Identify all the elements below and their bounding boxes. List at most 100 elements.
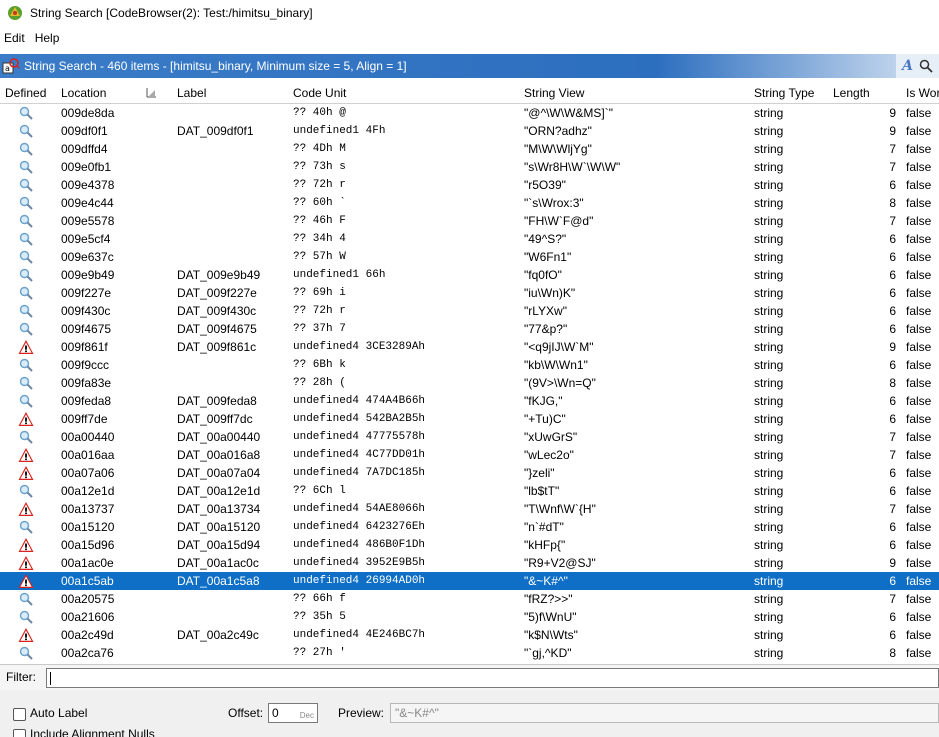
search-icon[interactable] [919,59,933,73]
is-word-cell: false [906,304,932,318]
table-row[interactable]: 009f4675 DAT_009f4675 ?? 37h 7 "77&p?" strin… [0,320,939,338]
table-row[interactable]: 009e5cf4 ?? 34h 4 "49^S?" string 6 false [0,230,939,248]
string-type-cell: string [754,106,784,120]
warning-icon [18,538,34,552]
table-row[interactable]: 00a00440 DAT_00a00440 undefined4 47775578h… [0,428,939,446]
sort-icon[interactable] [145,86,158,99]
location-cell: 00a13737 [61,502,115,516]
column-header-length[interactable]: Length [833,82,870,104]
location-cell: 009f430c [61,304,111,318]
is-word-cell: false [906,430,932,444]
preview-value: "&~K#^" [395,706,439,720]
location-cell: 009f227e [61,286,112,300]
location-cell: 00a21606 [61,610,115,624]
table-row[interactable]: 00a21606 ?? 35h 5 "5)f\WnU" string 6 false [0,608,939,626]
table-row[interactable]: 009feda8 DAT_009feda8 undefined4 474A4B66h… [0,392,939,410]
table-row[interactable]: 009f9ccc ?? 6Bh k "kb\W\Wn1" string 6 false [0,356,939,374]
menu-help[interactable]: Help [31,31,66,45]
defined-cell [18,158,40,176]
string-view-cell: "W6Fn1" [524,250,572,264]
table-row[interactable]: 009e5578 ?? 46h F "FH\W`F@d" string 7 false [0,212,939,230]
table-row[interactable]: 00a13737 DAT_00a13734 undefined4 54AE8066h… [0,500,939,518]
length-cell: 8 [889,196,896,210]
table-row[interactable]: 009e4378 ?? 72h r "r5O39" string 6 false [0,176,939,194]
table-row[interactable]: 00a15120 DAT_00a15120 undefined4 6423276Eh… [0,518,939,536]
window-title: String Search [CodeBrowser(2): Test:/him… [30,6,313,20]
table-row[interactable]: 009e637c ?? 57h W "W6Fn1" string 6 false [0,248,939,266]
table-row[interactable]: 009e4c44 ?? 60h ` "`s\Wrox:3" string 8 false [0,194,939,212]
string-type-cell: string [754,358,784,372]
defined-cell [18,104,40,122]
string-type-cell: string [754,430,784,444]
table-row[interactable]: 009f227e DAT_009f227e ?? 69h i "iu\Wn)K" str… [0,284,939,302]
string-view-cell: "fq0fO" [524,268,562,282]
defined-cell [18,464,40,482]
column-header-location[interactable]: Location [61,82,106,104]
table-row[interactable]: 009ff7de DAT_009ff7dc undefined4 542BA2B5h… [0,410,939,428]
string-type-cell: string [754,610,784,624]
location-cell: 00a20575 [61,592,115,606]
column-header-is-word[interactable]: Is Wor [906,82,939,104]
table-row[interactable]: 009fa83e ?? 28h ("(9V>\Wn=Q" string 8 false [0,374,939,392]
table-row[interactable]: 009de8da ?? 40h @ "@^\W\W&MS]`" string 9 fals… [0,104,939,122]
location-cell: 00a12e1d [61,484,115,498]
defined-cell [18,122,40,140]
string-view-cell: "ORN?adhz" [524,124,592,138]
table-row[interactable]: 00a07a06 DAT_00a07a04 undefined4 7A7DC185h… [0,464,939,482]
column-header-label[interactable]: Label [177,82,206,104]
is-word-cell: false [906,646,932,660]
table-row[interactable]: 00a15d96 DAT_00a15d94 undefined4 486B0F1Dh… [0,536,939,554]
column-header-string-type[interactable]: String Type [754,82,814,104]
defined-cell [18,248,40,266]
string-view-cell: "T\Wnf\W`{H" [524,502,596,516]
offset-field[interactable]: 0 Dec [268,703,318,723]
string-type-cell: string [754,502,784,516]
warning-icon [18,448,34,462]
column-header-string-view[interactable]: String View [524,82,584,104]
location-cell: 009ff7de [61,412,108,426]
magnifier-icon [19,358,33,372]
filter-input[interactable] [46,668,939,688]
table-row[interactable]: 009e9b49 DAT_009e9b49 undefined1 66h "fq0fO… [0,266,939,284]
column-header-code-unit[interactable]: Code Unit [293,82,346,104]
column-header-defined[interactable]: Defined [5,82,46,104]
label-cell: DAT_009feda8 [177,394,257,408]
text-format-icon[interactable]: A [902,58,913,74]
table-row[interactable]: 00a2ca76 ?? 27h ' "`gj,^KD" string 8 false [0,644,939,662]
code-unit-cell: ?? 6Bh k [293,359,346,371]
table-row[interactable]: 009dffd4 ?? 4Dh M "M\W\WljYg" string 7 false [0,140,939,158]
table-row[interactable]: 009df0f1 DAT_009df0f1 undefined1 4Fh "ORN?a… [0,122,939,140]
magnifier-icon [19,124,33,138]
length-cell: 9 [889,124,896,138]
table-row[interactable]: 00a2c49d DAT_00a2c49c undefined4 4E246BC7h… [0,626,939,644]
warning-icon [18,556,34,570]
string-type-cell: string [754,466,784,480]
is-word-cell: false [906,592,932,606]
magnifier-icon [19,250,33,264]
magnifier-icon [19,214,33,228]
length-cell: 6 [889,610,896,624]
auto-label-label: Auto Label [30,706,88,720]
table-row[interactable]: 009f430c DAT_009f430c ?? 72h r "rLYXw" strin… [0,302,939,320]
table-row[interactable]: 00a12e1d DAT_00a12e1d ?? 6Ch l "lb$tT" strin… [0,482,939,500]
filter-label: Filter: [6,670,36,684]
table-header: Defined Location Label Code Unit String … [0,82,939,104]
is-word-cell: false [906,628,932,642]
label-cell: DAT_00a07a04 [177,466,261,480]
defined-cell [18,212,40,230]
include-alignment-nulls-checkbox[interactable] [13,729,26,737]
auto-label-checkbox[interactable] [13,708,26,721]
table-row[interactable]: 009e0fb1 ?? 73h s "s\Wr8H\W`\W\W" string 7 fa… [0,158,939,176]
table-row[interactable]: 009f861f DAT_009f861c undefined4 3CE3289Ah… [0,338,939,356]
table-row[interactable]: 00a20575 ?? 66h f "fRZ?>>" string 7 false [0,590,939,608]
table-row[interactable]: 00a1ac0e DAT_00a1ac0c undefined4 3952E9B5h… [0,554,939,572]
table-row[interactable]: 00a016aa DAT_00a016a8 undefined4 4C77DD01h… [0,446,939,464]
string-type-cell: string [754,340,784,354]
defined-cell [18,536,40,554]
table-row[interactable]: 00a1c5ab DAT_00a1c5a8 undefined4 26994AD0h… [0,572,939,590]
string-view-cell: "`gj,^KD" [524,646,572,660]
label-cell: DAT_00a1ac0c [177,556,259,570]
label-cell [177,374,289,392]
string-view-cell: "lb$tT" [524,484,560,498]
menu-edit[interactable]: Edit [0,31,31,45]
